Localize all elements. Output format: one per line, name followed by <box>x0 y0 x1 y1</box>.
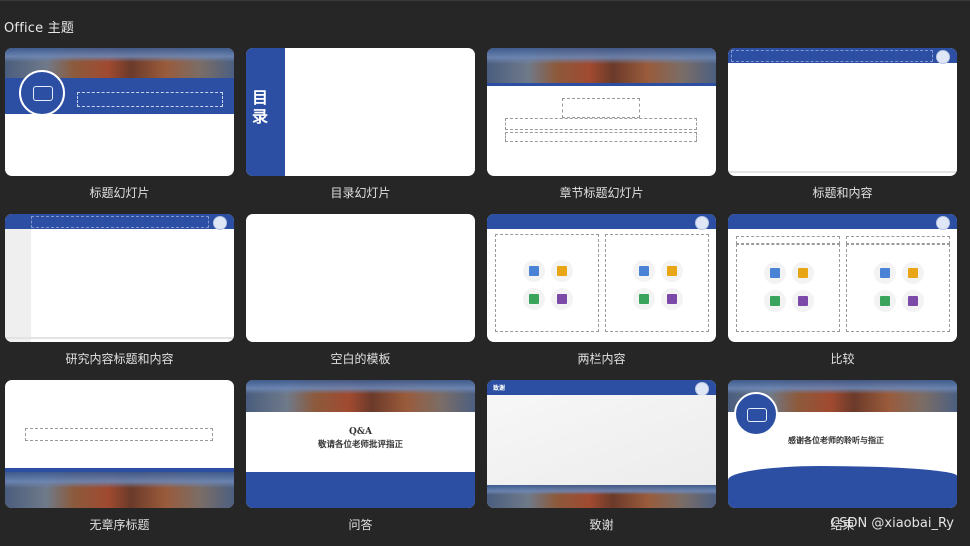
university-seal-icon <box>734 392 778 436</box>
logo-icon <box>213 216 227 230</box>
right-content-placeholder <box>846 244 950 332</box>
layout-item-research-content[interactable]: 研究内容标题和内容 <box>5 214 234 380</box>
layout-item-qa[interactable]: Q&A 敬请各位老师批评指正 问答 <box>246 380 475 546</box>
layout-thumbnail[interactable] <box>5 48 234 176</box>
table-icon <box>874 290 896 312</box>
header-tag: 致谢 <box>493 385 506 392</box>
logo-icon <box>936 50 950 64</box>
section-title: Office 主题 <box>4 21 75 36</box>
layout-label: 问答 <box>348 518 373 532</box>
title-placeholder <box>731 50 933 62</box>
layout-label: 标题幻灯片 <box>89 186 150 200</box>
layout-label: 致谢 <box>589 518 614 532</box>
layout-thumbnail[interactable]: 致谢 <box>487 380 716 508</box>
table-icon <box>523 288 545 310</box>
university-seal-icon <box>19 70 65 116</box>
chart-icon <box>661 260 683 282</box>
header-band <box>487 380 716 395</box>
qa-heading: Q&A <box>349 427 372 437</box>
layout-thumbnail[interactable] <box>487 48 716 176</box>
title-placeholder <box>77 92 223 107</box>
chart-icon <box>902 262 924 284</box>
layout-label: 章节标题幻灯片 <box>559 186 644 200</box>
layout-thumbnail[interactable]: 感谢各位老师的聆听与指正 <box>728 380 957 508</box>
table-icon <box>764 290 786 312</box>
campus-photo <box>5 472 234 508</box>
layout-thumbnail[interactable] <box>728 48 957 176</box>
layout-item-toc-slide[interactable]: 目录 目录幻灯片 <box>246 48 475 214</box>
layout-label: 两栏内容 <box>577 352 626 366</box>
layout-thumbnail[interactable] <box>5 380 234 508</box>
section-text-placeholder <box>505 132 697 142</box>
campus-photo <box>487 485 716 508</box>
faded-background <box>487 395 716 485</box>
left-content-placeholder <box>495 234 599 332</box>
side-panel <box>5 229 31 342</box>
bottom-band <box>246 472 475 508</box>
video-icon <box>551 288 573 310</box>
video-icon <box>792 290 814 312</box>
layout-label: 无章序标题 <box>89 518 150 532</box>
layout-item-comparison[interactable]: 比较 <box>728 214 957 380</box>
footer-line <box>728 171 957 173</box>
layout-gallery: 标题幻灯片 目录 目录幻灯片 章节标题幻灯片 标题和内容 研究内容标题和内容 空… <box>5 48 957 546</box>
layout-label: 比较 <box>830 352 855 366</box>
logo-icon <box>695 216 709 230</box>
toc-heading: 目录 <box>252 88 269 126</box>
layout-thumbnail[interactable] <box>5 214 234 342</box>
campus-photo <box>487 48 716 83</box>
title-placeholder <box>31 216 209 228</box>
top-divider <box>0 0 970 1</box>
title-placeholder <box>25 428 213 441</box>
layout-thumbnail[interactable] <box>728 214 957 342</box>
layout-thumbnail[interactable]: 目录 <box>246 48 475 176</box>
picture-icon <box>874 262 896 284</box>
left-heading-placeholder <box>736 236 840 244</box>
video-icon <box>902 290 924 312</box>
layout-thumbnail[interactable]: Q&A 敬请各位老师批评指正 <box>246 380 475 508</box>
video-icon <box>661 288 683 310</box>
layout-item-unnumbered-title[interactable]: 无章序标题 <box>5 380 234 546</box>
bottom-wave <box>728 466 957 508</box>
picture-icon <box>523 260 545 282</box>
header-band <box>728 214 957 229</box>
layout-thumbnail[interactable] <box>487 214 716 342</box>
layout-thumbnail[interactable] <box>246 214 475 342</box>
header-band <box>487 214 716 229</box>
campus-photo <box>246 380 475 412</box>
logo-icon <box>695 382 709 396</box>
accent-rule <box>487 83 716 86</box>
section-number-placeholder <box>562 98 640 118</box>
right-content-placeholder <box>605 234 709 332</box>
chart-icon <box>551 260 573 282</box>
picture-icon <box>764 262 786 284</box>
layout-item-acknowledgement[interactable]: 致谢 致谢 <box>487 380 716 546</box>
layout-item-section-header[interactable]: 章节标题幻灯片 <box>487 48 716 214</box>
qa-subtitle: 敬请各位老师批评指正 <box>317 440 403 450</box>
thanks-text: 感谢各位老师的聆听与指正 <box>788 435 884 445</box>
picture-icon <box>633 260 655 282</box>
layout-item-title-slide[interactable]: 标题幻灯片 <box>5 48 234 214</box>
layout-label: 标题和内容 <box>812 186 873 200</box>
logo-icon <box>936 216 950 230</box>
layout-item-two-content[interactable]: 两栏内容 <box>487 214 716 380</box>
right-heading-placeholder <box>846 236 950 244</box>
layout-item-blank[interactable]: 空白的模板 <box>246 214 475 380</box>
footer-line <box>5 337 234 339</box>
left-content-placeholder <box>736 244 840 332</box>
layout-label: 空白的模板 <box>330 352 391 366</box>
table-icon <box>633 288 655 310</box>
section-title-placeholder <box>505 118 697 130</box>
layout-label: 研究内容标题和内容 <box>65 352 174 366</box>
layout-label: 目录幻灯片 <box>330 186 391 200</box>
layout-item-title-and-content[interactable]: 标题和内容 <box>728 48 957 214</box>
watermark: CSDN @xiaobai_Ry <box>830 516 954 531</box>
chart-icon <box>792 262 814 284</box>
